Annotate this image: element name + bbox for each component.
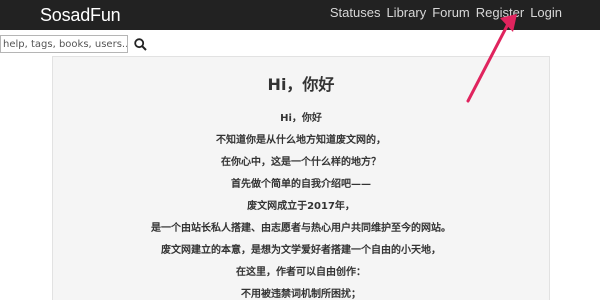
intro-line: 是一个由站长私人搭建、由志愿者与热心用户共同维护至今的网站。 xyxy=(151,223,451,234)
nav-link-register[interactable]: Register xyxy=(476,5,524,20)
intro-line: 废文网成立于2017年， xyxy=(247,201,355,212)
search-input[interactable] xyxy=(0,35,128,53)
nav-link-login[interactable]: Login xyxy=(530,5,562,20)
nav-link-library[interactable]: Library xyxy=(386,5,426,20)
nav-link-statuses[interactable]: Statuses xyxy=(330,5,381,20)
intro-line: 首先做个简单的自我介绍吧—— xyxy=(231,179,371,190)
search-icon[interactable] xyxy=(132,36,148,52)
search-bar xyxy=(0,34,148,54)
panel-title: Hi，你好 xyxy=(267,75,335,94)
nav-links: Statuses Library Forum Register Login xyxy=(330,5,562,20)
intro-line: 不知道你是从什么地方知道废文网的， xyxy=(216,135,386,146)
nav-link-forum[interactable]: Forum xyxy=(432,5,470,20)
welcome-panel: Hi，你好 Hi，你好 不知道你是从什么地方知道废文网的， 在你心中，这是一个什… xyxy=(52,56,550,300)
brand-logo[interactable]: SosadFun xyxy=(40,5,121,26)
intro-line: 在你心中，这是一个什么样的地方？ xyxy=(221,157,381,168)
navbar: SosadFun Statuses Library Forum Register… xyxy=(0,0,600,30)
intro-line: Hi，你好 xyxy=(280,113,322,124)
intro-text: Hi，你好 不知道你是从什么地方知道废文网的， 在你心中，这是一个什么样的地方？… xyxy=(53,108,549,300)
intro-line: 在这里，作者可以自由创作： xyxy=(236,267,366,278)
intro-line: 废文网建立的本意，是想为文学爱好者搭建一个自由的小天地， xyxy=(161,245,441,256)
intro-line: 不用被违禁词机制所困扰； xyxy=(241,289,361,300)
